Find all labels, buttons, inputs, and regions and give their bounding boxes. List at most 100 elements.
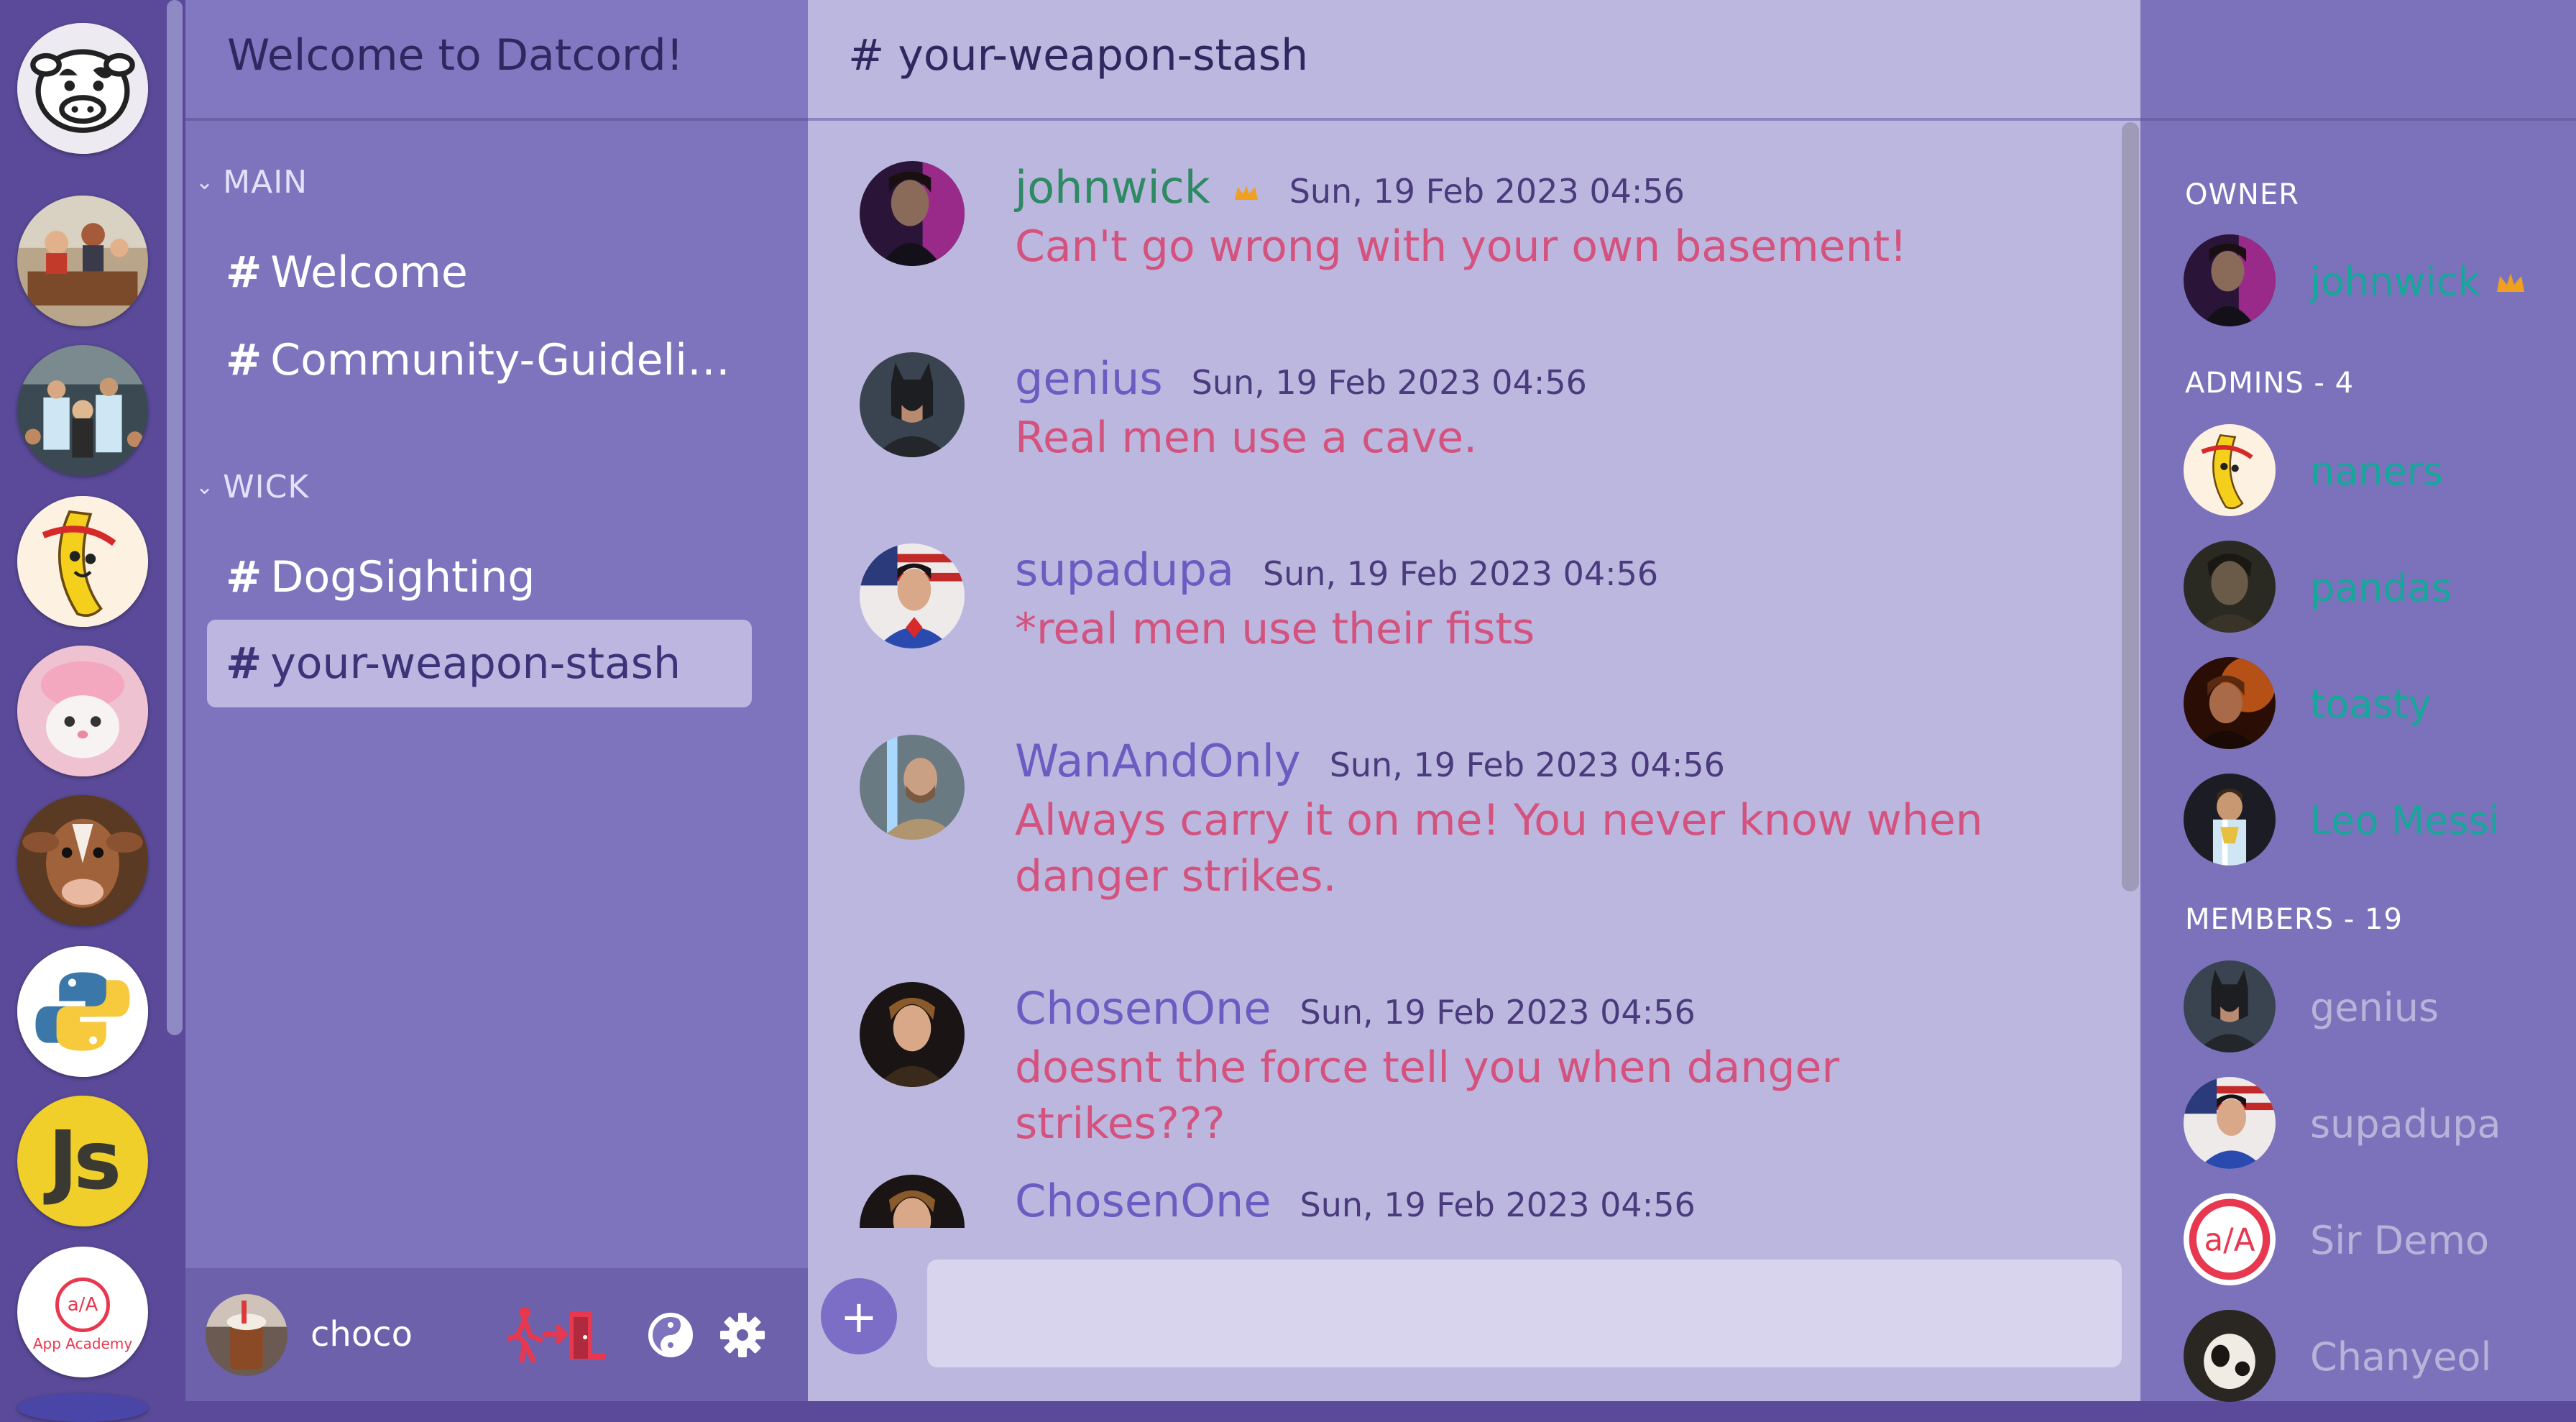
admins-group-title: ADMINS - 4 [2185, 367, 2355, 400]
message-author[interactable]: ChosenOne [1015, 982, 1271, 1035]
chosenone-avatar-image [860, 982, 965, 1087]
user-panel: choco [185, 1268, 808, 1401]
server-office-party[interactable] [17, 196, 148, 326]
message-author[interactable]: genius [1015, 352, 1163, 405]
channel-welcome[interactable]: # Welcome [207, 229, 752, 316]
leave-server-button[interactable] [507, 1303, 608, 1367]
member-name: Leo Messi [2310, 798, 2500, 843]
chosenone-avatar-image [860, 1175, 965, 1228]
welcome-title: Welcome to Datcord! [227, 30, 684, 81]
message-text: Can't go wrong with your own basement! [1015, 221, 1908, 272]
message-text: doesnt the force tell you when danger st… [1015, 1042, 1840, 1149]
channel-hash-icon: # [226, 638, 262, 689]
member-item[interactable]: toasty [2184, 657, 2557, 751]
chat-header: # your-weapon-stash [808, 0, 2140, 121]
choco-avatar-image [206, 1294, 288, 1376]
member-item[interactable]: genius [2184, 960, 2557, 1054]
banana-icon [17, 496, 148, 627]
message-composer: + [808, 1234, 2140, 1401]
soccer-crowd-image [17, 345, 148, 476]
member-name: johnwick [2310, 259, 2480, 304]
member-item[interactable]: johnwick [2184, 234, 2557, 328]
avatar[interactable] [860, 1175, 965, 1228]
member-item[interactable]: naners [2184, 424, 2557, 518]
member-item[interactable]: a/A Sir Demo [2184, 1193, 2557, 1287]
member-item[interactable]: Leo Messi [2184, 774, 2557, 867]
server-python-logo[interactable] [17, 946, 148, 1077]
members-group-title: MEMBERS - 19 [2185, 903, 2403, 936]
message-header: supadupa Sun, 19 Feb 2023 04:56 [1015, 543, 1658, 596]
settings-button[interactable] [717, 1303, 768, 1367]
member-item[interactable]: supadupa [2184, 1077, 2557, 1170]
avatar[interactable] [860, 352, 965, 457]
channel-community-guidelines[interactable]: # Community-Guidelin... [207, 316, 752, 404]
johnwick-avatar-image [860, 161, 965, 266]
message-timestamp: Sun, 19 Feb 2023 04:56 [1329, 746, 1725, 784]
server-soccer-crowd[interactable] [17, 345, 148, 476]
server-banana-character[interactable] [17, 496, 148, 627]
member-name: supadupa [2310, 1101, 2501, 1147]
leo-messi-avatar-image [2184, 774, 2276, 866]
category-label: MAIN [223, 164, 308, 201]
chat-area: # your-weapon-stash johnwick Sun, 19 Feb… [808, 0, 2140, 1401]
pink-cat-image [17, 646, 148, 776]
member-name: pandas [2310, 565, 2452, 610]
sidebar-header: Welcome to Datcord! [185, 0, 808, 121]
member-name: naners [2310, 449, 2444, 494]
avatar[interactable] [860, 161, 965, 266]
message-timestamp: Sun, 19 Feb 2023 04:56 [1300, 1185, 1696, 1224]
category-main[interactable]: ⌄ MAIN [196, 164, 308, 201]
category-wick[interactable]: ⌄ WICK [196, 469, 309, 505]
message-input[interactable] [927, 1260, 2122, 1367]
toasty-avatar-image [2184, 657, 2276, 749]
avatar[interactable] [860, 735, 965, 840]
member-name: Chanyeol [2310, 1334, 2492, 1380]
server-home-cow-icon[interactable] [17, 23, 148, 154]
current-user-name: choco [310, 1314, 413, 1354]
message-timestamp: Sun, 19 Feb 2023 04:56 [1300, 993, 1696, 1032]
category-label: WICK [223, 469, 310, 505]
theme-toggle-button[interactable] [645, 1303, 696, 1367]
yin-yang-icon [648, 1313, 693, 1357]
gear-icon [720, 1313, 765, 1357]
message-item: ChosenOne Sun, 19 Feb 2023 04:56 doesnt … [860, 982, 2082, 1149]
chevron-down-icon: ⌄ [196, 474, 215, 500]
office-party-image [17, 196, 148, 326]
crown-icon [1234, 185, 1258, 200]
avatar [2184, 1077, 2276, 1169]
genius-avatar-image [2184, 960, 2276, 1052]
channel-dogsighting[interactable]: # DogSighting [207, 533, 752, 621]
avatar[interactable] [860, 982, 965, 1087]
datcord-app: Js a/A App Academy Welcome to Datcord! ⌄… [0, 0, 2576, 1422]
message-author[interactable]: ChosenOne [1015, 1175, 1271, 1227]
server-pink-cat[interactable] [17, 646, 148, 776]
member-name: Sir Demo [2310, 1218, 2490, 1263]
server-cow-photo[interactable] [17, 795, 148, 926]
message-author[interactable]: WanAndOnly [1015, 735, 1301, 787]
chat-scrollbar[interactable] [2122, 122, 2139, 891]
avatar[interactable] [206, 1294, 288, 1376]
member-item[interactable]: Chanyeol [2184, 1310, 2557, 1403]
members-header [2140, 0, 2576, 121]
server-rail-scrollbar[interactable] [167, 0, 183, 1035]
message-header: johnwick Sun, 19 Feb 2023 04:56 [1015, 161, 1685, 214]
server-app-academy-logo[interactable]: a/A App Academy [17, 1247, 148, 1377]
channel-your-weapon-stash[interactable]: # your-weapon-stash [207, 620, 752, 707]
naners-avatar-image [2184, 424, 2276, 516]
genius-avatar-image [860, 352, 965, 457]
server-js-logo[interactable]: Js [17, 1096, 148, 1226]
member-item[interactable]: pandas [2184, 541, 2557, 634]
message-text: Always carry it on me! You never know wh… [1015, 795, 1983, 902]
message-item: genius Sun, 19 Feb 2023 04:56 Real men u… [860, 352, 2082, 482]
message-header: WanAndOnly Sun, 19 Feb 2023 04:56 [1015, 735, 1725, 787]
message-header: genius Sun, 19 Feb 2023 04:56 [1015, 352, 1587, 405]
channel-label: your-weapon-stash [270, 638, 681, 689]
member-name: toasty [2310, 682, 2432, 727]
server-partial[interactable] [17, 1393, 148, 1422]
add-attachment-button[interactable]: + [821, 1278, 897, 1354]
avatar[interactable] [860, 543, 965, 648]
message-author[interactable]: supadupa [1015, 543, 1234, 596]
channel-hash-icon: # [226, 552, 262, 602]
message-author[interactable]: johnwick [1015, 161, 1210, 214]
message-list: johnwick Sun, 19 Feb 2023 04:56 Can't go… [808, 121, 2140, 1228]
